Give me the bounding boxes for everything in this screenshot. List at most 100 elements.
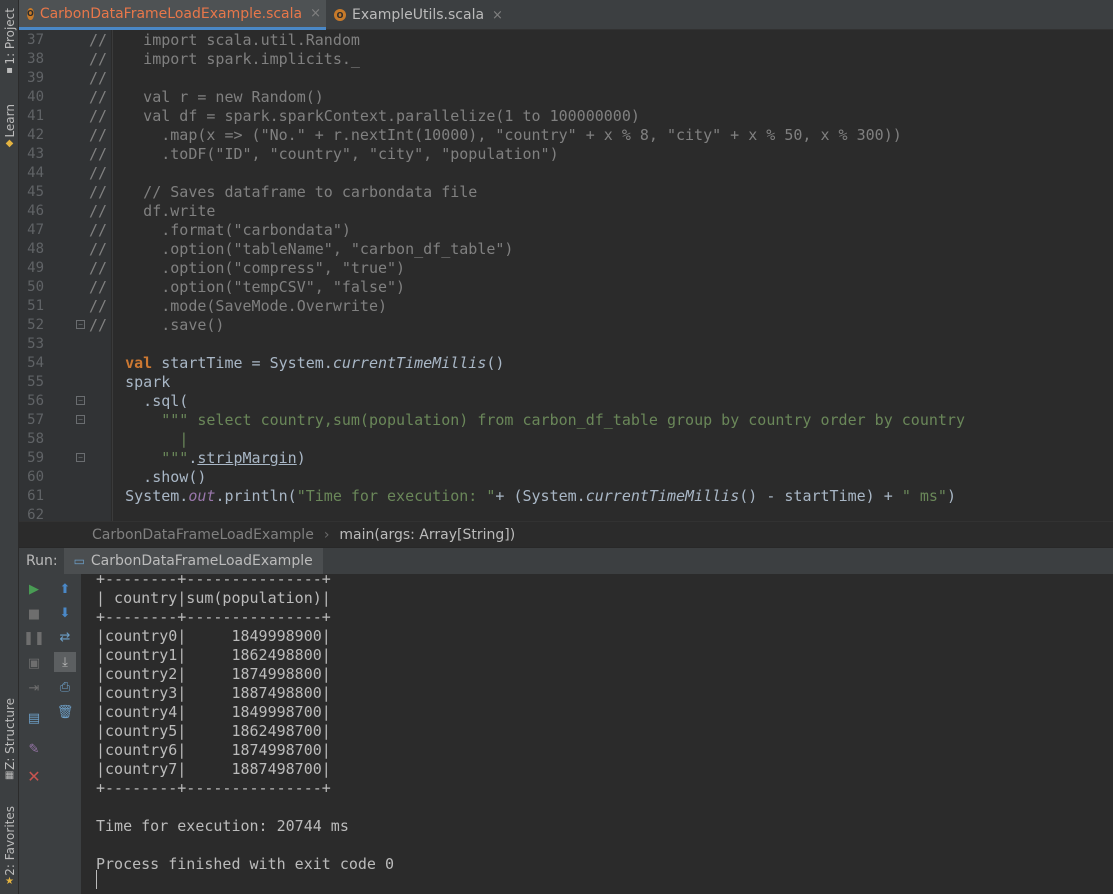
code-text: val startTime = System.currentTimeMillis… [89, 354, 504, 373]
code-line: 48 // .option("tableName", "carbon_df_tab… [19, 240, 1113, 259]
line-number: 54 [27, 355, 44, 371]
close-icon[interactable]: × [492, 8, 503, 23]
line-number: 55 [27, 374, 44, 390]
code-line: 60 .show() [19, 468, 1113, 487]
breadcrumb-method[interactable]: main(args: Array[String]) [339, 527, 515, 543]
code-text: System.out.println("Time for execution: … [89, 487, 956, 506]
line-number: 62 [27, 507, 44, 521]
string-token: | [179, 430, 189, 448]
fold-marker-icon[interactable]: − [76, 415, 85, 424]
code-line: 61 System.out.println("Time for executio… [19, 487, 1113, 506]
tab-label: CarbonDataFrameLoadExample.scala [39, 5, 303, 22]
code-token: () [486, 354, 505, 372]
run-config-tab[interactable]: ▭ CarbonDataFrameLoadExample [63, 548, 323, 574]
code-line: 40 // val r = new Random() [19, 88, 1113, 107]
code-text: // .mode(SaveMode.Overwrite) [89, 297, 388, 315]
scroll-end-icon[interactable]: ⤓ [54, 652, 76, 672]
console-line: |country7| 1887498700| [96, 760, 331, 778]
code-token: + (System. [495, 487, 586, 505]
code-text: // .map(x => ("No." + r.nextInt(10000), … [89, 126, 902, 144]
code-token: .println( [215, 487, 297, 505]
exit-icon[interactable]: ⇥ [23, 678, 45, 698]
up-arrow-icon[interactable]: ⬆ [54, 579, 76, 599]
code-line: 58 | [19, 430, 1113, 449]
line-number: 44 [27, 165, 44, 181]
code-text: .show() [89, 468, 207, 486]
code-text: // .option("tableName", "carbon_df_table… [89, 240, 514, 258]
line-number: 50 [27, 279, 44, 295]
line-number: 52 [27, 317, 44, 333]
code-text: // .option("tempCSV", "false") [89, 278, 406, 296]
line-number: 51 [27, 298, 44, 314]
code-line: 43 // .toDF("ID", "country", "city", "pop… [19, 145, 1113, 164]
down-arrow-icon[interactable]: ⬇ [54, 603, 76, 623]
line-number: 40 [27, 89, 44, 105]
close-icon[interactable]: × [310, 6, 321, 21]
line-number: 45 [27, 184, 44, 200]
string-token: """ [161, 411, 189, 429]
code-token: () - startTime) + [739, 487, 902, 505]
line-number: 43 [27, 146, 44, 162]
fold-marker-icon[interactable]: − [76, 396, 85, 405]
console-line: |country2| 1874998800| [96, 665, 331, 683]
run-toolbar-primary: ▶ ■ ❚❚ ▣ ⇥ ▤ ✎ ✕ [19, 574, 49, 894]
pin-icon[interactable]: ✎ [23, 739, 45, 759]
run-tool-window-header: Run: ▭ CarbonDataFrameLoadExample [19, 547, 1113, 574]
run-config-label: CarbonDataFrameLoadExample [90, 553, 313, 569]
learn-tool-tab[interactable]: Learn ◆ [1, 104, 18, 150]
structure-tool-tab[interactable]: Z: Structure ▦ [1, 698, 18, 782]
code-line: 59 − """.stripMargin) [19, 449, 1113, 468]
console-line: Process finished with exit code 0 [96, 855, 395, 873]
line-number: 47 [27, 222, 44, 238]
line-number: 38 [27, 51, 44, 67]
run-label: Run: [26, 553, 58, 569]
line-number: 48 [27, 241, 44, 257]
line-number: 58 [27, 431, 44, 447]
line-number: 57 [27, 412, 44, 428]
tab-carbondataframeloadexample[interactable]: O CarbonDataFrameLoadExample.scala × [19, 0, 326, 30]
favorites-tool-tab[interactable]: 2: Favorites ★ [1, 806, 18, 888]
code-line: 56 − .sql( [19, 392, 1113, 411]
run-config-icon: ▭ [73, 554, 85, 568]
star-icon: ★ [5, 875, 14, 887]
code-text: .sql( [89, 392, 189, 410]
breadcrumb-object[interactable]: CarbonDataFrameLoadExample [92, 527, 314, 543]
code-text: // // Saves dataframe to carbondata file [89, 183, 478, 201]
soft-wrap-icon[interactable]: ⇄ [54, 627, 76, 647]
line-number: 56 [27, 393, 44, 409]
pause-icon[interactable]: ❚❚ [23, 628, 45, 648]
layout-icon[interactable]: ▤ [23, 708, 45, 728]
code-text: """ select country,sum(population) from … [89, 411, 965, 430]
code-token: System. [89, 487, 189, 505]
code-line: 50 // .option("tempCSV", "false") [19, 278, 1113, 297]
console-line: |country1| 1862498800| [96, 646, 331, 664]
fold-marker-icon[interactable]: − [76, 320, 85, 329]
trash-icon[interactable]: 🗑 [54, 702, 76, 722]
line-number: 46 [27, 203, 44, 219]
run-console[interactable]: +--------+---------------+ | country|sum(… [82, 574, 1113, 894]
text-caret [96, 870, 97, 889]
run-icon[interactable]: ▶ [23, 579, 45, 599]
string-token: """ [161, 449, 189, 467]
code-token: out [188, 487, 216, 505]
fold-marker-icon[interactable]: − [76, 453, 85, 462]
code-text: // import scala.util.Random [89, 31, 360, 49]
line-number: 53 [27, 336, 44, 352]
console-line: |country5| 1862498700| [96, 722, 331, 740]
left-tool-strip: 1: Project ▪ Learn ◆ Z: Structure ▦ 2: F… [0, 0, 19, 894]
project-tool-tab[interactable]: 1: Project ▪ [1, 8, 18, 77]
code-line: 49 // .option("compress", "true") [19, 259, 1113, 278]
tab-exampleutils[interactable]: O ExampleUtils.scala × [326, 0, 516, 30]
line-number: 41 [27, 108, 44, 124]
code-line: 42 // .map(x => ("No." + r.nextInt(10000)… [19, 126, 1113, 145]
string-token: " ms" [901, 487, 947, 505]
stop-icon[interactable]: ■ [23, 604, 45, 624]
code-editor[interactable]: 37 // import scala.util.Random 38 // import… [19, 30, 1113, 521]
favorites-tab-label: 2: Favorites [2, 806, 17, 876]
line-number: 59 [27, 450, 44, 466]
code-line: 51 // .mode(SaveMode.Overwrite) [19, 297, 1113, 316]
line-number: 42 [27, 127, 44, 143]
print-icon[interactable]: ⎙ [54, 677, 76, 697]
dump-icon[interactable]: ▣ [23, 653, 45, 673]
close-icon[interactable]: ✕ [23, 766, 45, 786]
